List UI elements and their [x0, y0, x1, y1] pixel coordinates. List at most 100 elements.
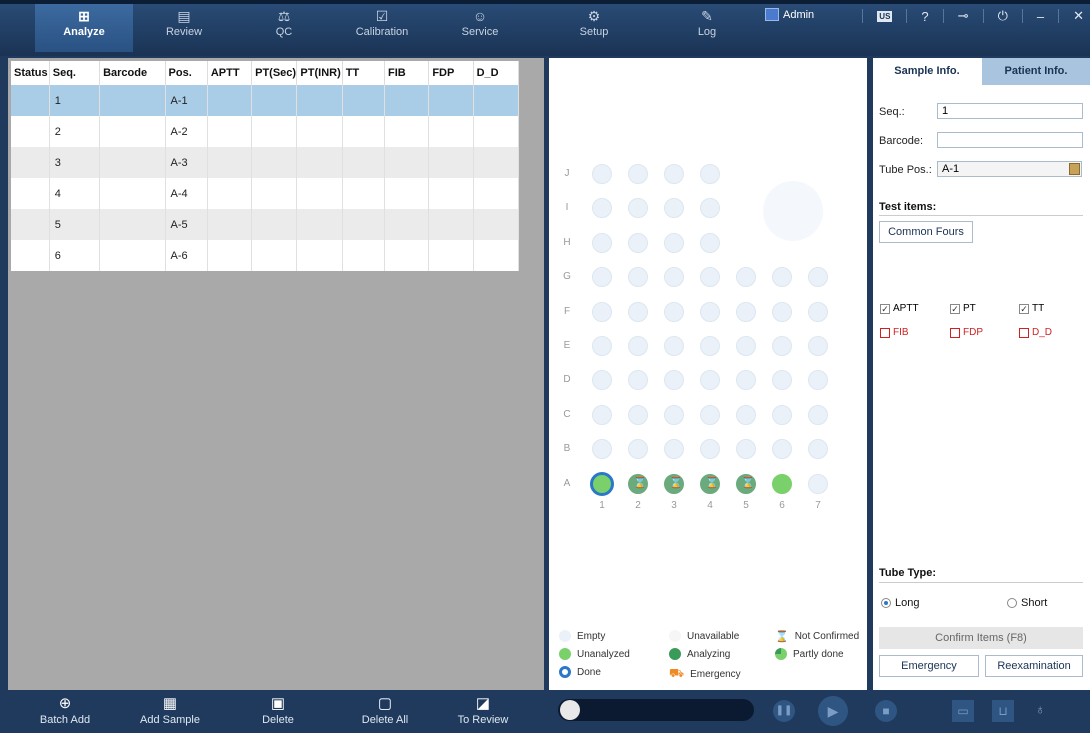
tube-well-a4[interactable] [700, 473, 720, 494]
tube-well-h1[interactable] [592, 232, 612, 253]
table-row[interactable]: 3 A-3 [11, 147, 520, 178]
start-button[interactable]: ▶ [818, 696, 848, 726]
tube-well-f7[interactable] [808, 301, 828, 322]
tube-well-b6[interactable] [772, 439, 792, 460]
tube-well-c4[interactable] [700, 404, 720, 425]
column-header-fdp[interactable]: FDP [428, 61, 474, 85]
stop-button[interactable]: ■ [875, 700, 897, 722]
column-header-pt-sec[interactable]: PT(Sec) [251, 61, 298, 85]
table-row[interactable]: 5 A-5 [11, 209, 520, 240]
tube-well-d2[interactable] [628, 370, 648, 391]
tube-picker-icon[interactable] [1069, 163, 1080, 175]
tube-well-c5[interactable] [736, 404, 756, 425]
checkbox-dd[interactable]: D_D [1019, 327, 1052, 338]
tube-well-j3[interactable] [664, 164, 684, 184]
minimize-icon[interactable]: – [1037, 9, 1044, 24]
common-fours-button[interactable]: Common Fours [879, 221, 973, 243]
tube-well-j2[interactable] [628, 164, 648, 184]
tab-calibration[interactable]: ☑ Calibration [333, 4, 431, 52]
tube-well-d3[interactable] [664, 370, 684, 391]
tube-well-f1[interactable] [592, 301, 612, 322]
power-icon[interactable]: ⏻ [998, 8, 1008, 24]
to-review-button[interactable]: ◪ To Review [443, 692, 523, 726]
tube-well-f5[interactable] [736, 301, 756, 322]
tube-well-c3[interactable] [664, 404, 684, 425]
tube-well-f6[interactable] [772, 301, 792, 322]
tube-well-g6[interactable] [772, 267, 792, 288]
tube-well-g4[interactable] [700, 267, 720, 288]
tab-service[interactable]: ☺ Service [431, 4, 529, 52]
column-header-fib[interactable]: FIB [384, 61, 430, 85]
tube-well-g7[interactable] [808, 267, 828, 288]
tube-well-j1[interactable] [592, 164, 612, 184]
tube-well-d5[interactable] [736, 370, 756, 391]
tube-well-e7[interactable] [808, 336, 828, 356]
tube-well-d4[interactable] [700, 370, 720, 391]
tube-well-f2[interactable] [628, 301, 648, 322]
column-header-seq[interactable]: Seq. [49, 61, 101, 85]
column-header-barcode[interactable]: Barcode [99, 61, 166, 85]
checkbox-tt[interactable]: ✓ TT [1019, 303, 1044, 314]
tube-well-a6[interactable] [772, 473, 792, 494]
pause-button[interactable]: ❚❚ [773, 700, 795, 722]
language-button[interactable]: US [877, 10, 893, 22]
close-icon[interactable]: ✕ [1073, 8, 1084, 24]
emergency-button[interactable]: Emergency [879, 655, 979, 677]
tube-well-b2[interactable] [628, 439, 648, 460]
column-header-status[interactable]: Status [11, 61, 50, 85]
run-progress-slider[interactable] [558, 699, 754, 721]
column-header-dd[interactable]: D_D [473, 61, 520, 85]
checkbox-fib[interactable]: FIB [880, 327, 909, 338]
tab-log[interactable]: ✎ Log [658, 4, 756, 52]
tube-well-g1[interactable] [592, 267, 612, 288]
tube-well-a5[interactable] [736, 473, 756, 494]
batch-add-button[interactable]: ⊕ Batch Add [25, 692, 105, 726]
tube-well-e6[interactable] [772, 336, 792, 356]
confirm-items-button[interactable]: Confirm Items (F8) [879, 627, 1083, 649]
checkbox-fdp[interactable]: FDP [950, 327, 983, 338]
table-row[interactable]: 6 A-6 [11, 240, 520, 271]
tube-well-h3[interactable] [664, 232, 684, 253]
help-icon[interactable]: ? [921, 9, 928, 24]
tube-well-e1[interactable] [592, 336, 612, 356]
delete-button[interactable]: ▣ Delete [238, 692, 318, 726]
tube-well-d1[interactable] [592, 370, 612, 391]
tube-pos-input[interactable]: A-1 [937, 161, 1082, 177]
tube-well-c1[interactable] [592, 404, 612, 425]
tube-well-b5[interactable] [736, 439, 756, 460]
tab-review[interactable]: ▤ Review [135, 4, 233, 52]
tube-well-a2[interactable] [628, 473, 648, 494]
column-header-pos[interactable]: Pos. [165, 61, 208, 85]
tube-well-c2[interactable] [628, 404, 648, 425]
tube-well-d6[interactable] [772, 370, 792, 391]
tube-well-f3[interactable] [664, 301, 684, 322]
tube-well-g2[interactable] [628, 267, 648, 288]
tube-well-e3[interactable] [664, 336, 684, 356]
seq-input[interactable]: 1 [937, 103, 1083, 119]
tube-well-d7[interactable] [808, 370, 828, 391]
tube-well-i1[interactable] [592, 198, 612, 219]
tube-well-i2[interactable] [628, 198, 648, 219]
tray-button[interactable]: ⊔ [992, 700, 1014, 722]
tube-well-e4[interactable] [700, 336, 720, 356]
tube-well-i4[interactable] [700, 198, 720, 219]
column-header-pt-inr[interactable]: PT(INR) [296, 61, 343, 85]
tube-well-a3[interactable] [664, 473, 684, 494]
radio-long[interactable]: Long [881, 597, 919, 609]
column-header-aptt[interactable]: APTT [207, 61, 253, 85]
tab-setup[interactable]: ⚙ Setup [545, 4, 643, 52]
tab-sample-info[interactable]: Sample Info. [873, 58, 981, 85]
tube-well-b7[interactable] [808, 439, 828, 460]
sample-probe-icon[interactable]: ♁ [1035, 701, 1046, 717]
tube-well-a7[interactable] [808, 473, 828, 494]
barcode-input[interactable] [937, 132, 1083, 148]
tube-well-e2[interactable] [628, 336, 648, 356]
table-row[interactable]: 2 A-2 [11, 116, 520, 147]
add-sample-button[interactable]: ▦ Add Sample [130, 692, 210, 726]
tube-well-a1[interactable] [590, 471, 614, 496]
tube-well-b1[interactable] [592, 439, 612, 460]
lock-key-icon[interactable]: ⊸ [958, 8, 969, 24]
checkbox-aptt[interactable]: ✓ APTT [880, 303, 919, 314]
checkbox-pt[interactable]: ✓ PT [950, 303, 976, 314]
tube-well-f4[interactable] [700, 301, 720, 322]
